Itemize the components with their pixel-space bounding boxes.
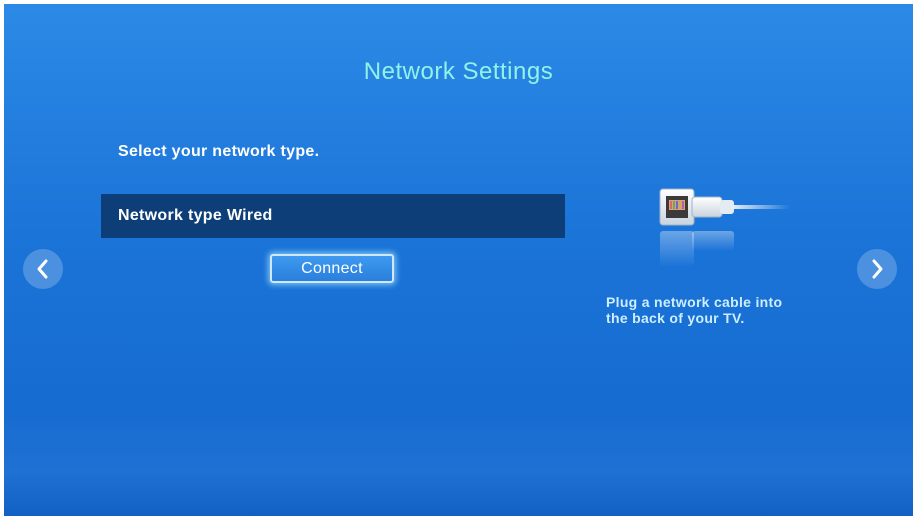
network-settings-screen: Network Settings Select your network typ… [4,4,913,516]
next-button[interactable] [857,249,897,289]
chevron-right-icon [872,259,883,279]
network-cable-icon [659,188,790,267]
connection-hint: Plug a network cable into the back of yo… [606,294,846,326]
network-type-selector[interactable]: Network type Wired [101,194,565,238]
hint-line-1: Plug a network cable into [606,294,783,310]
page-title: Network Settings [363,58,554,85]
connect-button-label: Connect [301,260,363,277]
chevron-left-icon [37,259,48,279]
connect-button[interactable]: Connect [270,254,394,283]
hint-line-2: the back of your TV. [606,310,745,326]
previous-button[interactable] [23,249,63,289]
network-type-label: Network type Wired [118,207,273,224]
network-type-prompt: Select your network type. [118,143,320,160]
